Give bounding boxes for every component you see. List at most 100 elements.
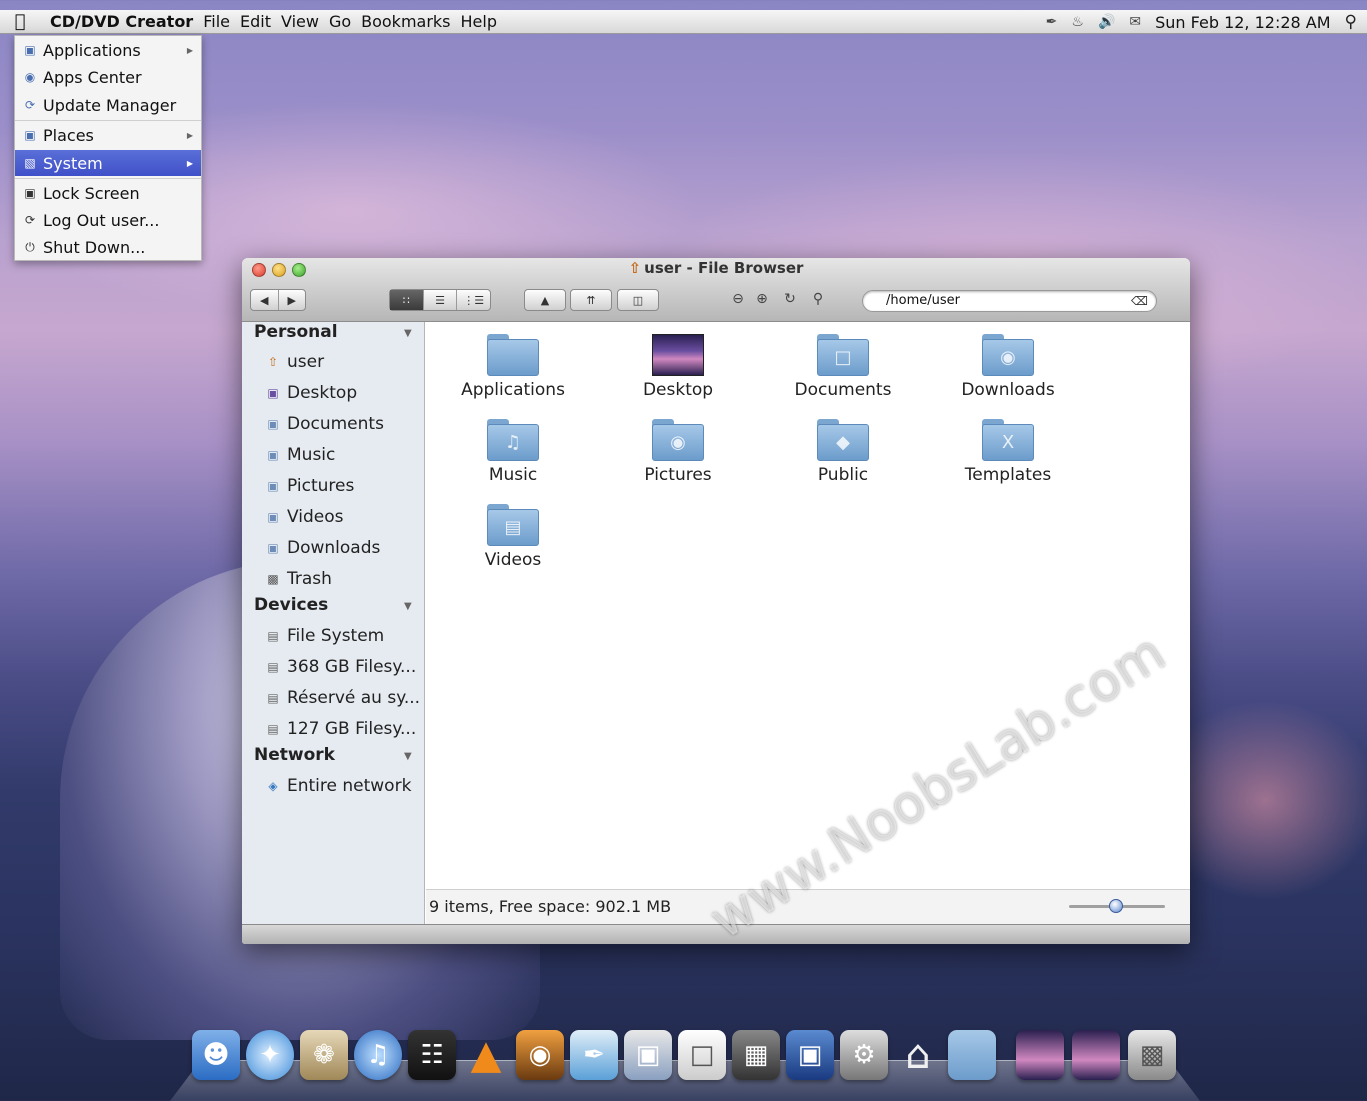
music-folder-icon: ♫ (487, 419, 539, 461)
update-icon: ⟳ (24, 98, 36, 112)
clapperboard-icon[interactable]: ☷ (408, 1030, 456, 1080)
network-icon: ◈ (268, 779, 278, 793)
file-label: Downloads (961, 380, 1055, 400)
file-item-videos[interactable]: ▤ Videos (433, 504, 593, 570)
home-icon: ⇧ (628, 259, 642, 277)
pen-icon[interactable]: ✒ (1046, 14, 1058, 30)
collapse-arrow-icon[interactable]: ▼ (404, 601, 412, 612)
sidebar-item-trash[interactable]: ▩ Trash (264, 569, 332, 589)
sidebar-item-videos[interactable]: ▣ Videos (264, 507, 343, 527)
top-menubar:  CD/DVD Creator File Edit View Go Bookm… (0, 10, 1367, 34)
window-titlebar[interactable]: ⇧ user - File Browser ◀ ▶ ∷ ☰ ⋮☰ ▲ ⇈ ◫ ⊖ … (242, 258, 1190, 322)
sidebar-item-drive-368gb[interactable]: ▤ 368 GB Filesy... (264, 657, 416, 677)
menu-view[interactable]: View (281, 12, 319, 31)
file-item-pictures[interactable]: ◉ Pictures (598, 419, 758, 485)
file-item-templates[interactable]: X Templates (928, 419, 1088, 485)
collapse-arrow-icon[interactable]: ▼ (404, 751, 412, 762)
pictures-folder-icon: ◉ (652, 419, 704, 461)
up-button[interactable]: ▲ (524, 289, 566, 311)
menu-item-system[interactable]: ▧ System ▶ (15, 150, 201, 176)
menu-item-places[interactable]: ▣ Places ▶ (15, 122, 201, 148)
file-item-documents[interactable]: □ Documents (763, 334, 923, 400)
search-icon[interactable]: ⚲ (1345, 12, 1357, 32)
safari-compass-icon[interactable]: ✦ (246, 1030, 294, 1080)
sidebar-item-desktop[interactable]: ▣ Desktop (264, 383, 357, 403)
app-name[interactable]: CD/DVD Creator (50, 12, 193, 31)
vlc-cone-icon[interactable]: ▲ (462, 1030, 510, 1080)
search-icon[interactable]: ⚲ (808, 291, 828, 307)
menu-item-lock-screen[interactable]: ▣ Lock Screen (15, 180, 201, 206)
folder-icon: ▣ (24, 128, 36, 142)
photo-camera-icon[interactable]: ◉ (516, 1030, 564, 1080)
menu-file[interactable]: File (203, 12, 230, 31)
drive-icon: ▤ (267, 629, 279, 643)
terminal-button[interactable]: ⇈ (570, 289, 612, 311)
calculator-icon[interactable]: ▦ (732, 1030, 780, 1080)
desktop-thumbnail-icon[interactable] (1072, 1030, 1120, 1080)
sidebar-item-label: Downloads (287, 538, 381, 558)
compact-view-button[interactable]: ⋮☰ (457, 290, 490, 310)
clock[interactable]: Sun Feb 12, 12:28 AM (1155, 13, 1330, 32)
menu-item-log-out[interactable]: ⟳ Log Out user... (15, 207, 201, 233)
menu-help[interactable]: Help (461, 12, 497, 31)
home-folder-icon[interactable]: ⌂ (894, 1030, 942, 1080)
forward-button[interactable]: ▶ (279, 290, 306, 310)
menu-go[interactable]: Go (329, 12, 351, 31)
menu-item-shut-down[interactable]: ⏻ Shut Down... (15, 234, 201, 260)
music-player-icon[interactable]: ♫ (354, 1030, 402, 1080)
zoom-out-icon[interactable]: ⊖ (728, 291, 748, 307)
status-text: 9 items, Free space: 902.1 MB (429, 897, 672, 916)
file-item-desktop[interactable]: Desktop (598, 334, 758, 400)
menu-bookmarks[interactable]: Bookmarks (361, 12, 450, 31)
menu-item-applications[interactable]: ▣ Applications ▶ (15, 37, 201, 63)
zoom-in-icon[interactable]: ⊕ (752, 291, 772, 307)
folder-icon[interactable] (948, 1030, 996, 1080)
mail-icon[interactable]: ✉ (1129, 14, 1141, 30)
sidebar-item-documents[interactable]: ▣ Documents (264, 414, 384, 434)
sidebar-heading-personal[interactable]: Personal (254, 322, 338, 342)
desktop-thumbnail-icon[interactable] (1016, 1030, 1064, 1080)
file-item-music[interactable]: ♫ Music (433, 419, 593, 485)
file-item-applications[interactable]: Applications (433, 334, 593, 400)
location-bar[interactable]: /home/user ⌫ (862, 290, 1157, 312)
document-icon[interactable]: □ (678, 1030, 726, 1080)
back-button[interactable]: ◀ (251, 290, 279, 310)
zoom-slider-handle[interactable] (1109, 899, 1123, 913)
sidebar-item-drive-reserved[interactable]: ▤ Réservé au sy... (264, 688, 420, 708)
sidebar-item-pictures[interactable]: ▣ Pictures (264, 476, 354, 496)
sidebar-item-user[interactable]: ⇧ user (264, 352, 324, 372)
eagle-icon[interactable]: ❁ (300, 1030, 348, 1080)
menu-item-update-manager[interactable]: ⟳ Update Manager (15, 92, 201, 118)
collapse-arrow-icon[interactable]: ▼ (404, 328, 412, 339)
sidebar-item-entire-network[interactable]: ◈ Entire network (264, 776, 411, 796)
menu-item-apps-center[interactable]: ◉ Apps Center (15, 64, 201, 90)
videos-folder-icon: ▤ (487, 504, 539, 546)
sidebar-item-music[interactable]: ▣ Music (264, 445, 335, 465)
feather-icon[interactable]: ✒ (570, 1030, 618, 1080)
file-label: Desktop (642, 380, 714, 400)
sidebar-heading-devices[interactable]: Devices (254, 595, 328, 615)
sidebar-heading-network[interactable]: Network (254, 745, 335, 765)
finder-icon[interactable]: ☻ (192, 1030, 240, 1080)
menu-edit[interactable]: Edit (240, 12, 271, 31)
submenu-arrow-icon: ▶ (186, 45, 193, 55)
desktop-preview-icon[interactable]: ▣ (786, 1030, 834, 1080)
reload-icon[interactable]: ↻ (780, 291, 800, 307)
new-tab-button[interactable]: ◫ (617, 289, 659, 311)
icon-view-button[interactable]: ∷ (390, 290, 424, 310)
file-item-downloads[interactable]: ◉ Downloads (928, 334, 1088, 400)
bell-icon[interactable]: ♨ (1071, 14, 1084, 30)
sidebar-item-drive-127gb[interactable]: ▤ 127 GB Filesy... (264, 719, 416, 739)
list-view-button[interactable]: ☰ (424, 290, 458, 310)
scanner-icon[interactable]: ▣ (624, 1030, 672, 1080)
sidebar-item-file-system[interactable]: ▤ File System (264, 626, 384, 646)
trash-icon[interactable]: ▩ (1128, 1030, 1176, 1080)
sidebar-item-downloads[interactable]: ▣ Downloads (264, 538, 380, 558)
system-preferences-gear-icon[interactable]: ⚙ (840, 1030, 888, 1080)
file-item-public[interactable]: ◆ Public (763, 419, 923, 485)
file-icon-view: Applications Desktop □ Documents ◉ Downl… (426, 322, 1190, 889)
folder-icon: ▣ (267, 479, 279, 493)
clear-location-icon[interactable]: ⌫ (1131, 291, 1148, 311)
volume-icon[interactable]: 🔊 (1098, 14, 1115, 30)
apple-menu-icon[interactable]:  (0, 11, 40, 32)
